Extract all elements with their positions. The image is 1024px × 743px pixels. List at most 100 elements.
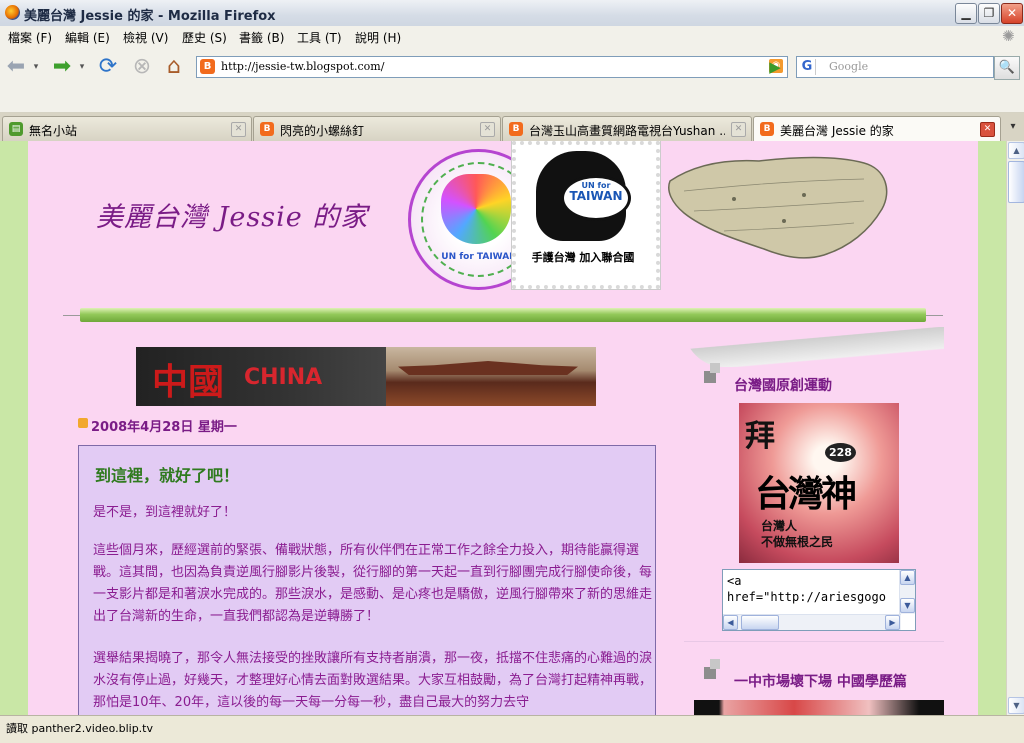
embed-code-text[interactable]: <a href="http://ariesgogo (723, 570, 915, 608)
textarea-horizontal-scrollbar[interactable]: ◀ ▶ (723, 614, 901, 630)
tab-label: 台灣玉山高畫質網路電視台Yushan ... (529, 124, 725, 138)
reload-button[interactable]: ⟳ (94, 53, 122, 81)
bai-taiwan-shen-image[interactable]: 拜 228 台灣神 台灣人 不做無根之民 (739, 403, 899, 563)
url-bar[interactable]: B http://jessie-tw.blogspot.com/ ◉ (196, 56, 788, 78)
window-title: 美麗台灣 Jessie 的家 - Mozilla Firefox (24, 9, 276, 24)
menu-view[interactable]: 檢視 (V) (123, 29, 168, 46)
search-placeholder: Google (829, 60, 869, 73)
tab-yushan[interactable]: B 台灣玉山高畫質網路電視台Yushan ... ✕ (502, 116, 752, 141)
blog-page: 美麗台灣 Jessie 的家 UN for TAIWAN UN for TAIW… (28, 141, 978, 715)
close-tab-icon[interactable]: ✕ (480, 122, 495, 137)
tab-label: 無名小站 (29, 124, 78, 138)
palace-photo (386, 347, 596, 406)
blog-title[interactable]: 美麗台灣 Jessie 的家 (96, 195, 368, 234)
scroll-up-icon[interactable]: ▲ (900, 570, 915, 585)
sidebar-widget-title: 台灣國原創運動 (734, 378, 832, 394)
banner-cn-text: 中國 (152, 361, 225, 403)
header-green-bar (80, 308, 926, 322)
back-dropdown-icon[interactable]: ▾ (30, 53, 42, 81)
close-window-button[interactable]: ✕ (1001, 3, 1023, 24)
rainbow-hands-icon (441, 174, 511, 244)
tab-jessie[interactable]: B 美麗台灣 Jessie 的家 ✕ (753, 116, 1001, 142)
sidebar-widget-image[interactable] (694, 700, 944, 715)
embed-code-textarea[interactable]: <a href="http://ariesgogo ▲ ▼ ◀ ▶ (722, 569, 916, 631)
china-banner-image[interactable]: 中國 CHINA (136, 347, 596, 406)
throbber-icon: ✺ (1002, 27, 1015, 45)
menu-help[interactable]: 說明 (H) (355, 29, 401, 46)
tab-list-dropdown-icon[interactable]: ▾ (1006, 121, 1020, 135)
status-bar: 讀取 panther2.video.blip.tv (0, 715, 1024, 743)
url-text[interactable]: http://jessie-tw.blogspot.com/ (221, 60, 384, 73)
tab-wretch[interactable]: ▤ 無名小站 ✕ (2, 116, 252, 141)
stop-button[interactable]: ⊗ (128, 53, 156, 81)
google-engine-icon[interactable]: G (799, 59, 816, 75)
scroll-thumb[interactable] (1008, 161, 1024, 203)
scroll-right-icon[interactable]: ▶ (885, 615, 900, 630)
tab-label: 閃亮的小螺絲釘 (280, 124, 365, 138)
taiwan-map-image (668, 156, 888, 259)
close-tab-icon[interactable]: ✕ (980, 122, 995, 137)
navigation-toolbar: ⬅ ▾ ➡ ▾ ⟳ ⊗ ⌂ B http://jessie-tw.blogspo… (0, 47, 1024, 87)
date-bullet-icon (78, 418, 88, 428)
blog-post: 到這裡，就好了吧！ 是不是，到這裡就好了！ 這些個月來，歷經選前的緊張、備戰狀態… (78, 445, 656, 715)
scroll-left-icon[interactable]: ◀ (723, 615, 738, 630)
menu-history[interactable]: 歷史 (S) (182, 29, 227, 46)
go-button[interactable]: ▶ (764, 56, 786, 78)
sidebar-decoration (684, 327, 944, 367)
menu-bookmarks[interactable]: 書籤 (B) (239, 29, 284, 46)
tab-screw[interactable]: B 閃亮的小螺絲釘 ✕ (253, 116, 501, 141)
sidebar-widget-title: 一中市場壞下場 中國學歷篇 (734, 674, 907, 690)
wretch-icon: ▤ (9, 122, 23, 136)
post-title[interactable]: 到這裡，就好了吧！ (95, 462, 239, 486)
post-paragraph: 選舉結果揭曉了，那令人無法接受的挫敗讓所有支持者崩潰，那一夜，抵擋不住悲痛的心難… (93, 651, 653, 710)
close-tab-icon[interactable]: ✕ (231, 122, 246, 137)
search-button[interactable]: 🔍 (994, 56, 1020, 80)
image-text-taiwan-shen: 台灣神 (755, 473, 857, 515)
image-badge-228: 228 (825, 443, 856, 462)
scroll-up-icon[interactable]: ▲ (1008, 142, 1024, 159)
scroll-thumb[interactable] (741, 615, 779, 630)
maximize-button[interactable]: ❐ (978, 3, 1000, 24)
menu-file[interactable]: 檔案 (F) (8, 29, 52, 46)
image-text-bai: 拜 (745, 419, 775, 454)
un-for-taiwan-square-stamp: UN for TAIWAN 手護台灣 加入聯合國 (512, 141, 660, 289)
blogger-icon: B (260, 122, 274, 136)
search-input[interactable]: G Google (796, 56, 994, 78)
page-viewport: 美麗台灣 Jessie 的家 UN for TAIWAN UN for TAIW… (0, 141, 1006, 715)
post-paragraph: 這些個月來，歷經選前的緊張、備戰狀態，所有伙伴們在正常工作之餘全力投入，期待能贏… (93, 543, 653, 624)
stamp-un-line2: TAIWAN (569, 189, 623, 203)
post-paragraph: 是不是，到這裡就好了！ (93, 505, 237, 520)
image-caption-1: 台灣人 (761, 519, 798, 533)
close-tab-icon[interactable]: ✕ (731, 122, 746, 137)
home-button[interactable]: ⌂ (160, 53, 188, 81)
status-text: 讀取 panther2.video.blip.tv (6, 722, 154, 735)
back-button[interactable]: ⬅ (2, 53, 30, 81)
tab-strip: ▤ 無名小站 ✕ B 閃亮的小螺絲釘 ✕ B 台灣玉山高畫質網路電視台Yusha… (0, 113, 1024, 142)
sidebar-separator (684, 641, 944, 642)
minimize-button[interactable]: ▁ (955, 3, 977, 24)
firefox-icon (5, 5, 20, 20)
textarea-vertical-scrollbar[interactable]: ▲ ▼ (899, 570, 915, 614)
blogger-icon: B (760, 122, 774, 136)
tab-label: 美麗台灣 Jessie 的家 (780, 124, 894, 138)
forward-dropdown-icon[interactable]: ▾ (76, 53, 88, 81)
sidebar-bullet-icon (704, 363, 724, 383)
forward-button[interactable]: ➡ (48, 53, 76, 81)
blogger-icon: B (509, 122, 523, 136)
post-date-header: 2008年4月28日 星期一 (91, 420, 237, 435)
window-title-bar: 美麗台灣 Jessie 的家 - Mozilla Firefox ▁ ❐ ✕ (0, 0, 1024, 27)
scroll-down-icon[interactable]: ▼ (1008, 697, 1024, 714)
menu-tools[interactable]: 工具 (T) (297, 29, 342, 46)
menu-edit[interactable]: 編輯 (E) (65, 29, 110, 46)
scroll-down-icon[interactable]: ▼ (900, 598, 915, 613)
post-body: 是不是，到這裡就好了！ 這些個月來，歷經選前的緊張、備戰狀態，所有伙伴們在正常工… (93, 502, 653, 715)
image-caption-2: 不做無根之民 (761, 535, 834, 549)
sidebar-bullet-icon (704, 659, 724, 679)
un-circle: UN for TAIWAN (561, 175, 631, 221)
blogger-icon: B (200, 59, 215, 74)
menu-bar: 檔案 (F) 編輯 (E) 檢視 (V) 歷史 (S) 書籤 (B) 工具 (T… (0, 26, 1024, 48)
bookmarks-toolbar (0, 87, 1024, 113)
stamp-caption: 手護台灣 加入聯合國 (531, 251, 635, 264)
page-vertical-scrollbar[interactable]: ▲ ▼ (1006, 141, 1024, 715)
banner-en-text: CHINA (244, 365, 323, 390)
